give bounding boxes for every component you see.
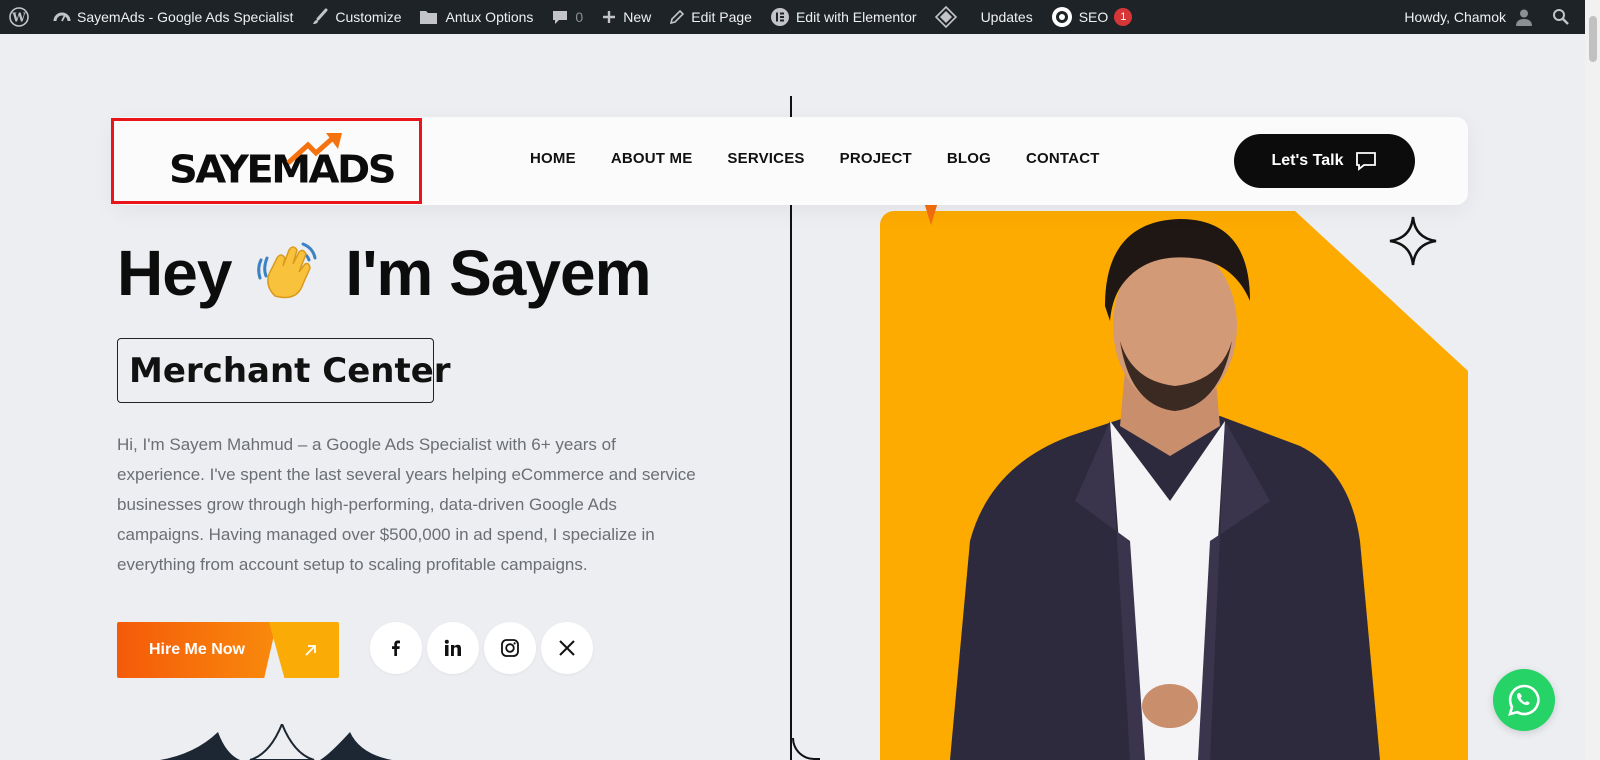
logo-highlight-box[interactable]: SAYEMADS [111,118,422,204]
page-scrollbar[interactable] [1585,0,1600,760]
seo-gear-icon [1051,7,1072,27]
main-nav: HOME ABOUT ME SERVICES PROJECT BLOG CONT… [530,150,1135,167]
seo-link[interactable]: SEO 1 [1042,0,1142,34]
seo-notification-badge: 1 [1114,8,1133,26]
pencil-icon [670,9,685,25]
facebook-icon [392,640,400,656]
hero-intro-text: Hi, I'm Sayem Mahmud – a Google Ads Spec… [117,435,696,574]
nav-project[interactable]: PROJECT [840,150,912,167]
nav-about-me[interactable]: ABOUT ME [611,150,693,167]
site-name-label: SayemAds - Google Ads Specialist [77,9,294,25]
logo-arrow-icon [286,133,342,165]
wordpress-logo-icon[interactable]: W [0,0,44,34]
comments-count: 0 [575,9,584,25]
typed-skill-text: Merchant Center [129,350,451,391]
decorative-wave-shapes [160,724,392,760]
hire-arrow-segment [269,622,339,678]
elementor-icon [770,8,789,26]
antux-options-label: Antux Options [445,9,534,25]
new-content-link[interactable]: New [592,0,660,34]
customize-label: Customize [335,9,402,25]
edit-page-link[interactable]: Edit Page [660,0,761,34]
divider-curve [792,738,820,760]
admin-bar: W SayemAds - Google Ads Specialist Custo… [0,0,1585,34]
diamond-plugin-link[interactable] [926,0,972,34]
edit-elementor-label: Edit with Elementor [795,9,917,25]
hero-title-greeting: Hey [117,237,232,309]
howdy-label: Howdy, Chamok [1404,9,1506,25]
scrollbar-thumb[interactable] [1589,16,1597,62]
x-twitter-button[interactable] [541,622,593,674]
typed-skill-box: Merchant Center [117,338,451,403]
folder-icon [420,11,438,24]
chat-bubble-icon [1356,152,1377,171]
updates-link[interactable]: Updates [972,0,1042,34]
orange-marker [925,205,937,225]
edit-elementor-link[interactable]: Edit with Elementor [761,0,926,34]
antux-options-link[interactable]: Antux Options [410,0,542,34]
brush-icon [313,8,328,24]
hero-photo-card [880,211,1468,760]
seo-label: SEO [1078,9,1109,25]
updates-label: Updates [980,9,1033,25]
instagram-button[interactable] [484,622,536,674]
admin-search-button[interactable] [1543,0,1585,34]
lets-talk-label: Let's Talk [1271,152,1344,169]
new-label: New [623,9,652,25]
lets-talk-button[interactable]: Let's Talk [1234,134,1415,188]
diamond-icon [934,6,957,28]
nav-services[interactable]: SERVICES [727,150,804,167]
sparkle-icon [1389,216,1437,266]
plus-icon [603,11,616,23]
svg-text:W: W [11,11,26,25]
whatsapp-icon [1508,684,1540,716]
dashboard-icon [53,12,71,22]
linkedin-icon [444,639,461,656]
x-icon [559,640,575,656]
search-icon [1553,9,1569,25]
hire-me-label: Hire Me Now [117,622,277,678]
portrait-photo [950,219,1380,760]
comments-link[interactable]: 0 [542,0,592,34]
user-avatar-icon [1516,9,1532,26]
facebook-button[interactable] [370,622,422,674]
linkedin-button[interactable] [427,622,479,674]
instagram-icon [501,639,519,657]
account-menu[interactable]: Howdy, Chamok [1395,0,1543,34]
arrow-up-right-icon [305,645,316,656]
hire-me-button[interactable]: Hire Me Now [117,622,339,678]
site-logo-text: SAYEMADS [169,148,397,192]
nav-contact[interactable]: CONTACT [1026,150,1100,167]
whatsapp-chat-button[interactable] [1493,669,1555,731]
edit-page-label: Edit Page [691,9,752,25]
nav-blog[interactable]: BLOG [947,150,991,167]
comment-icon [553,11,568,24]
hero-title-name: I'm Sayem [345,237,651,309]
waving-hand-icon [257,242,317,299]
customize-link[interactable]: Customize [302,0,410,34]
site-name-link[interactable]: SayemAds - Google Ads Specialist [44,0,302,34]
nav-home[interactable]: HOME [530,150,576,167]
hero-title: Hey I'm Sayem [117,236,651,310]
